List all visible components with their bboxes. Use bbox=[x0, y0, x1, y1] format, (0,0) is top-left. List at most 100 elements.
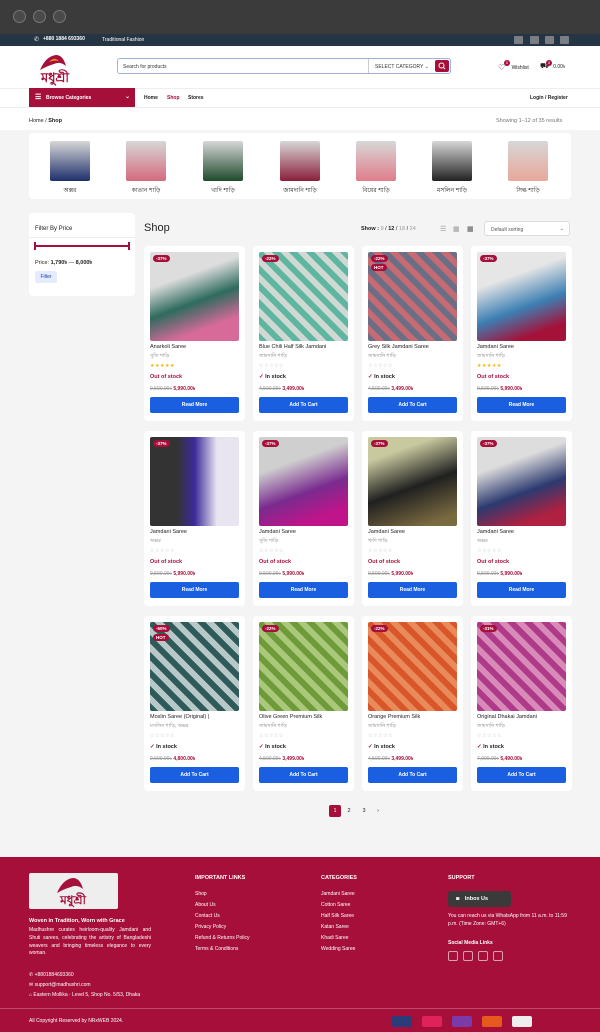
product-name[interactable]: Orange Premium Silk bbox=[368, 714, 460, 720]
product-category[interactable]: জামদানি শাড়ি bbox=[368, 353, 396, 361]
footer-email[interactable]: ✉ support@madhushri.com bbox=[29, 982, 91, 988]
product-name[interactable]: Olive Green Premium Silk bbox=[259, 714, 351, 720]
product-card[interactable]: -50% HOT Moslin Saree (Original) | মসলিন শা… bbox=[144, 616, 245, 791]
product-category[interactable]: অক্সর bbox=[150, 538, 161, 546]
footer-instagram-icon[interactable] bbox=[463, 951, 473, 961]
add-to-cart-button[interactable]: Add To Cart bbox=[259, 397, 348, 413]
read-more-button[interactable]: Read More bbox=[150, 582, 239, 598]
add-to-cart-button[interactable]: Add To Cart bbox=[477, 767, 566, 783]
footer-link[interactable]: Terms & Conditions bbox=[195, 946, 238, 952]
search-button[interactable] bbox=[435, 60, 449, 72]
product-card[interactable]: -22% Orange Premium Silk জামদানি শাড়ি ☆☆☆☆… bbox=[362, 616, 463, 791]
product-card[interactable]: -22% Blue Chili Half Silk Jamdani জামদানি … bbox=[253, 246, 354, 421]
product-card[interactable]: -37% Anarkoli Saree সুতি শাড়ি ★★★★★ Out of … bbox=[144, 246, 245, 421]
product-name[interactable]: Grey Silk Jamdani Saree bbox=[368, 344, 460, 350]
footer-phone[interactable]: ✆ +8801884693360 bbox=[29, 972, 74, 978]
product-category[interactable]: খাদি শাড়ি bbox=[368, 538, 388, 546]
product-name[interactable]: Jamdani Saree bbox=[477, 344, 569, 350]
product-card[interactable]: -22% Olive Green Premium Silk জামদানি শাড়… bbox=[253, 616, 354, 791]
footer-category-link[interactable]: Khadi Saree bbox=[321, 935, 349, 941]
footer-category-link[interactable]: Jamdani Saree bbox=[321, 891, 355, 897]
product-card[interactable]: -37% Jamdani Saree জামদানি শাড়ি ★★★★★ Out o… bbox=[471, 246, 572, 421]
footer-category-link[interactable]: Wedding Saree bbox=[321, 946, 355, 952]
read-more-button[interactable]: Read More bbox=[150, 397, 239, 413]
product-image[interactable]: -50% HOT bbox=[150, 622, 239, 711]
product-image[interactable]: -37% bbox=[150, 252, 239, 341]
product-category[interactable]: সুতি শাড়ি bbox=[150, 353, 169, 361]
category-item[interactable]: খাদি শাড়ি bbox=[198, 141, 248, 196]
product-category[interactable]: জামদানি শাড়ি bbox=[477, 723, 505, 731]
instagram-icon[interactable] bbox=[530, 36, 539, 44]
browse-categories-button[interactable]: ☰ Browse Categories ⌄ bbox=[29, 88, 135, 107]
slider-handle-min[interactable] bbox=[34, 242, 36, 250]
product-category[interactable]: জামদানি শাড়ি bbox=[368, 723, 396, 731]
read-more-button[interactable]: Read More bbox=[477, 397, 566, 413]
page-1[interactable]: 1 bbox=[329, 805, 341, 817]
list-view-icon[interactable]: ☰ bbox=[440, 225, 446, 233]
product-category[interactable]: জামদানি শাড়ি bbox=[259, 353, 287, 361]
window-maximize-icon[interactable] bbox=[53, 10, 66, 23]
category-item[interactable]: সিল্ক শাড়ি bbox=[503, 141, 553, 196]
search-bar[interactable]: Search for products SELECT CATEGORY ⌄ bbox=[117, 58, 451, 74]
category-item[interactable]: কাতান শাড়ি bbox=[121, 141, 171, 196]
filter-button[interactable]: Filter bbox=[35, 271, 57, 283]
product-name[interactable]: Blue Chili Half Silk Jamdani bbox=[259, 344, 351, 350]
slider-handle-max[interactable] bbox=[128, 242, 130, 250]
product-image[interactable]: -37% bbox=[368, 437, 457, 526]
product-image[interactable]: -31% bbox=[477, 622, 566, 711]
show-24[interactable]: 24 bbox=[410, 226, 416, 232]
footer-category-link[interactable]: Half Silk Saree bbox=[321, 913, 354, 919]
product-image[interactable]: -22% bbox=[259, 252, 348, 341]
footer-youtube-icon[interactable] bbox=[478, 951, 488, 961]
nav-stores[interactable]: Stores bbox=[188, 95, 204, 101]
login-register-link[interactable]: Login / Register bbox=[530, 95, 568, 101]
read-more-button[interactable]: Read More bbox=[259, 582, 348, 598]
nav-shop[interactable]: Shop bbox=[167, 95, 180, 101]
footer-category-link[interactable]: Katan Saree bbox=[321, 924, 349, 930]
category-select[interactable]: SELECT CATEGORY ⌄ bbox=[368, 59, 435, 73]
nav-home[interactable]: Home bbox=[144, 95, 158, 101]
product-category[interactable]: জামদানি শাড়ি bbox=[259, 723, 287, 731]
footer-link[interactable]: Shop bbox=[195, 891, 207, 897]
page-2[interactable]: 2 bbox=[343, 805, 355, 817]
product-card[interactable]: -37% Jamdani Saree খাদি শাড়ি ☆☆☆☆☆ Out of s… bbox=[362, 431, 463, 606]
footer-logo[interactable]: মধুশ্রী bbox=[29, 873, 118, 909]
next-page[interactable]: › bbox=[372, 805, 384, 817]
show-12[interactable]: 12 bbox=[388, 226, 394, 232]
product-name[interactable]: Original Dhakai Jamdani bbox=[477, 714, 569, 720]
grid-4-view-icon[interactable]: ▦ bbox=[467, 225, 474, 233]
product-category[interactable]: অক্সর bbox=[477, 538, 488, 546]
product-image[interactable]: -37% bbox=[477, 437, 566, 526]
product-image[interactable]: -37% bbox=[150, 437, 239, 526]
product-name[interactable]: Jamdani Saree bbox=[477, 529, 569, 535]
product-image[interactable]: -22% bbox=[259, 622, 348, 711]
category-item[interactable]: মসলিন শাড়ি bbox=[427, 141, 477, 196]
inbox-us-button[interactable]: ◙ Inbox Us bbox=[448, 891, 511, 907]
footer-category-link[interactable]: Cotton Saree bbox=[321, 902, 350, 908]
category-item[interactable]: বিয়ের শাড়ি bbox=[351, 141, 401, 196]
read-more-button[interactable]: Read More bbox=[368, 582, 457, 598]
facebook-icon[interactable] bbox=[514, 36, 523, 44]
footer-link[interactable]: Contact Us bbox=[195, 913, 220, 919]
product-image[interactable]: -37% bbox=[477, 252, 566, 341]
product-name[interactable]: Moslin Saree (Original) | bbox=[150, 714, 242, 720]
site-logo[interactable]: মধুশ্রী bbox=[30, 52, 80, 87]
product-card[interactable]: -31% Original Dhakai Jamdani জামদানি শাড়ি… bbox=[471, 616, 572, 791]
footer-facebook-icon[interactable] bbox=[448, 951, 458, 961]
add-to-cart-button[interactable]: Add To Cart bbox=[368, 397, 457, 413]
product-card[interactable]: -37% Jamdani Saree অক্সর ☆☆☆☆☆ Out of stock 9… bbox=[471, 431, 572, 606]
category-item[interactable]: অক্সর bbox=[45, 141, 95, 196]
product-name[interactable]: Anarkoli Saree bbox=[150, 344, 242, 350]
window-minimize-icon[interactable] bbox=[33, 10, 46, 23]
breadcrumb-home[interactable]: Home bbox=[29, 118, 44, 124]
product-category[interactable]: মসলিন শাড়ি, অক্সর bbox=[150, 723, 189, 731]
product-card[interactable]: -37% Jamdani Saree সুতি শাড়ি ☆☆☆☆☆ Out of s… bbox=[253, 431, 354, 606]
price-slider[interactable] bbox=[35, 245, 129, 247]
pinterest-icon[interactable] bbox=[560, 36, 569, 44]
product-image[interactable]: -22% bbox=[368, 622, 457, 711]
product-name[interactable]: Jamdani Saree bbox=[259, 529, 351, 535]
product-name[interactable]: Jamdani Saree bbox=[150, 529, 242, 535]
window-close-icon[interactable] bbox=[13, 10, 26, 23]
product-card[interactable]: -37% Jamdani Saree অক্সর ☆☆☆☆☆ Out of stock 9… bbox=[144, 431, 245, 606]
read-more-button[interactable]: Read More bbox=[477, 582, 566, 598]
